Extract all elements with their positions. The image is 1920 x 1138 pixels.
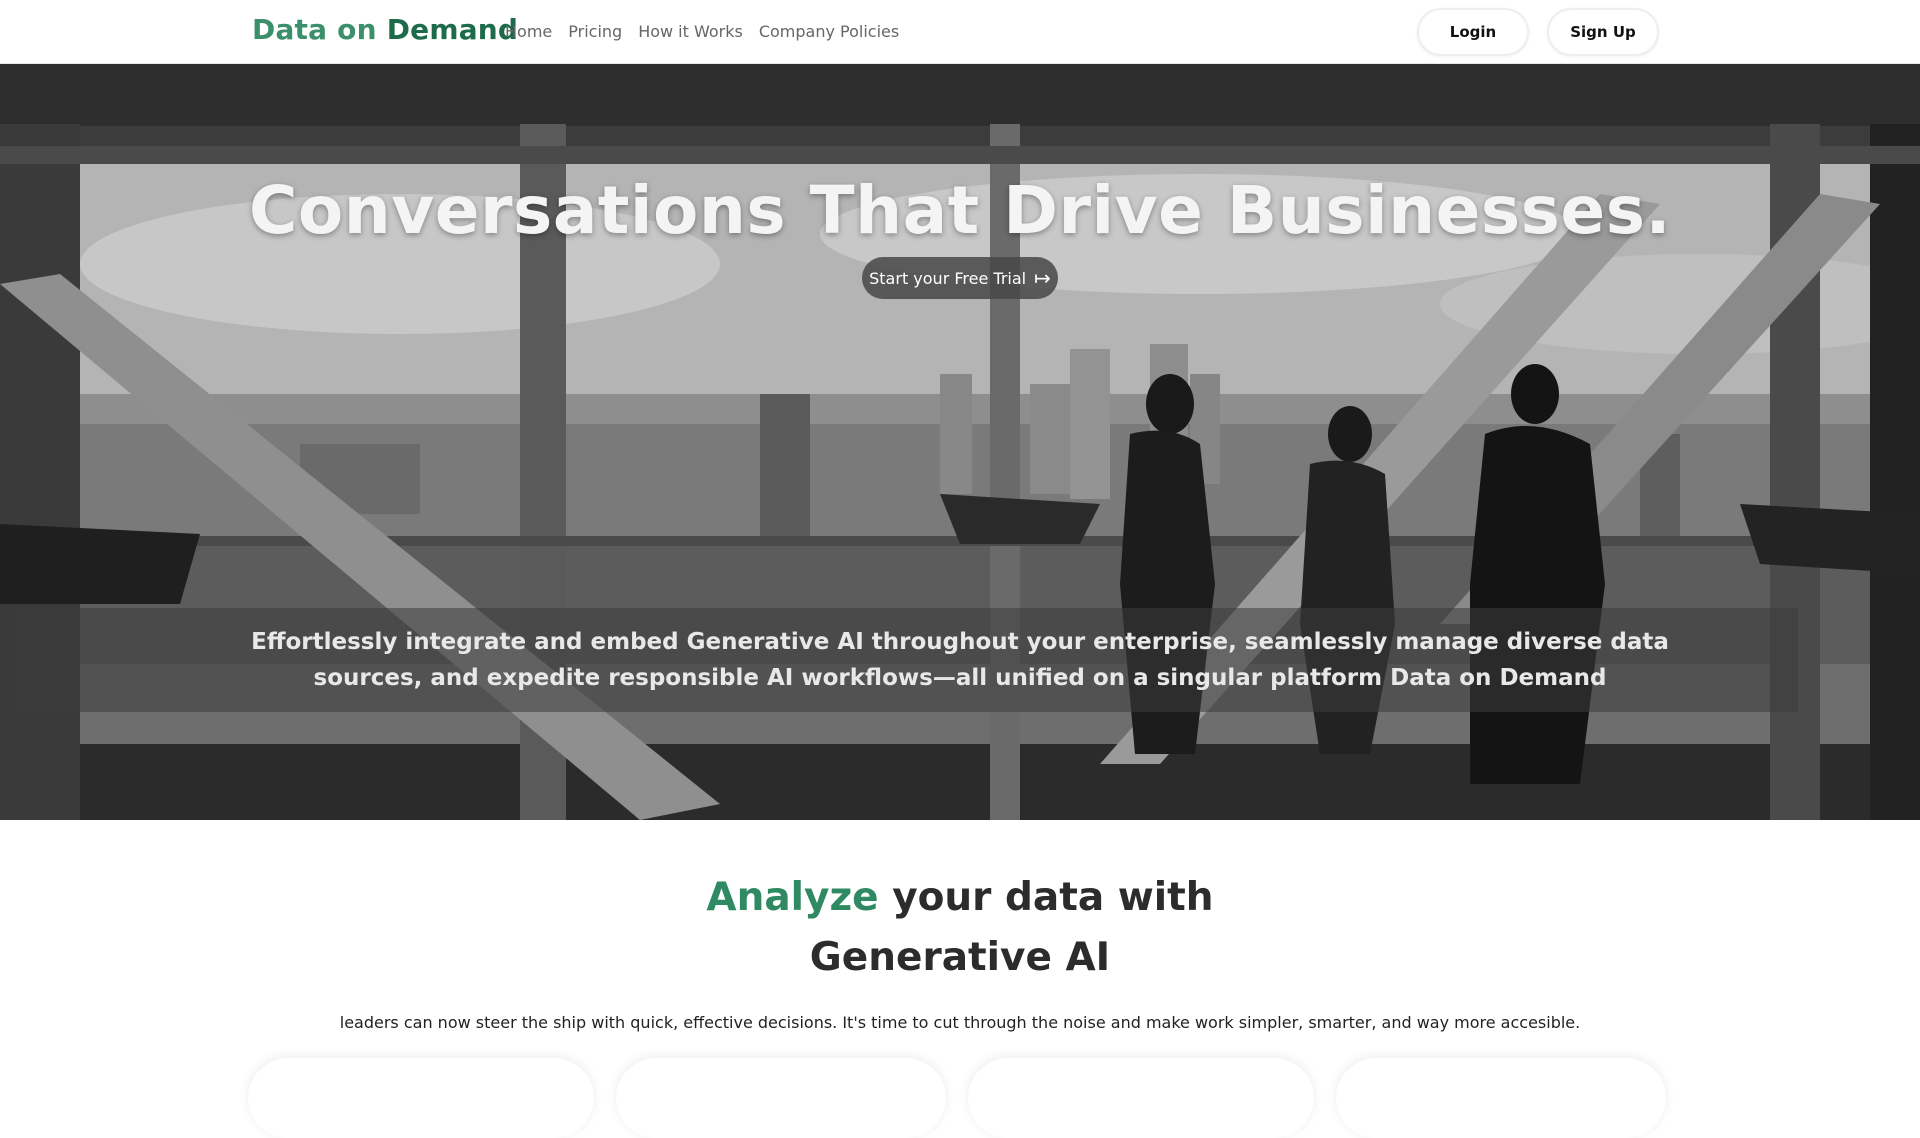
signup-button[interactable]: Sign Up [1547,8,1659,56]
analyze-heading: Analyze your data with Generative AI [0,868,1920,988]
analyze-heading-rest: your data with [892,875,1214,920]
feature-card[interactable] [1336,1058,1666,1138]
main-nav: Home Pricing How it Works Company Polici… [505,22,899,41]
feature-card[interactable] [968,1058,1314,1138]
brand-name-part1: Data on [252,13,377,46]
feature-card[interactable] [248,1058,594,1138]
brand-name-part2: Demand [386,13,519,46]
analyze-description: leaders can now steer the ship with quic… [339,1013,1581,1032]
hero-section: Conversations That Drive Businesses. Sta… [0,64,1920,820]
login-button[interactable]: Login [1417,8,1529,56]
nav-pricing[interactable]: Pricing [568,22,622,41]
analyze-highlight: Analyze [706,875,879,920]
start-free-trial-button[interactable]: Start your Free Trial ↦ [862,257,1058,299]
arrow-right-bar-icon: ↦ [1034,266,1051,290]
analyze-heading-line2: Generative AI [809,935,1111,980]
nav-company-policies[interactable]: Company Policies [759,22,899,41]
feature-card[interactable] [616,1058,946,1138]
hero-title: Conversations That Drive Businesses. [248,172,1672,249]
start-free-trial-label: Start your Free Trial [869,268,1027,288]
nav-home[interactable]: Home [505,22,552,41]
site-header: Data on Demand Home Pricing How it Works… [0,0,1920,64]
brand-logo[interactable]: Data on Demand [252,13,518,46]
hero-tagline: Effortlessly integrate and embed Generat… [251,629,1669,691]
nav-how-it-works[interactable]: How it Works [638,22,743,41]
auth-buttons: Login Sign Up [1417,8,1659,56]
feature-cards [0,1058,1920,1138]
